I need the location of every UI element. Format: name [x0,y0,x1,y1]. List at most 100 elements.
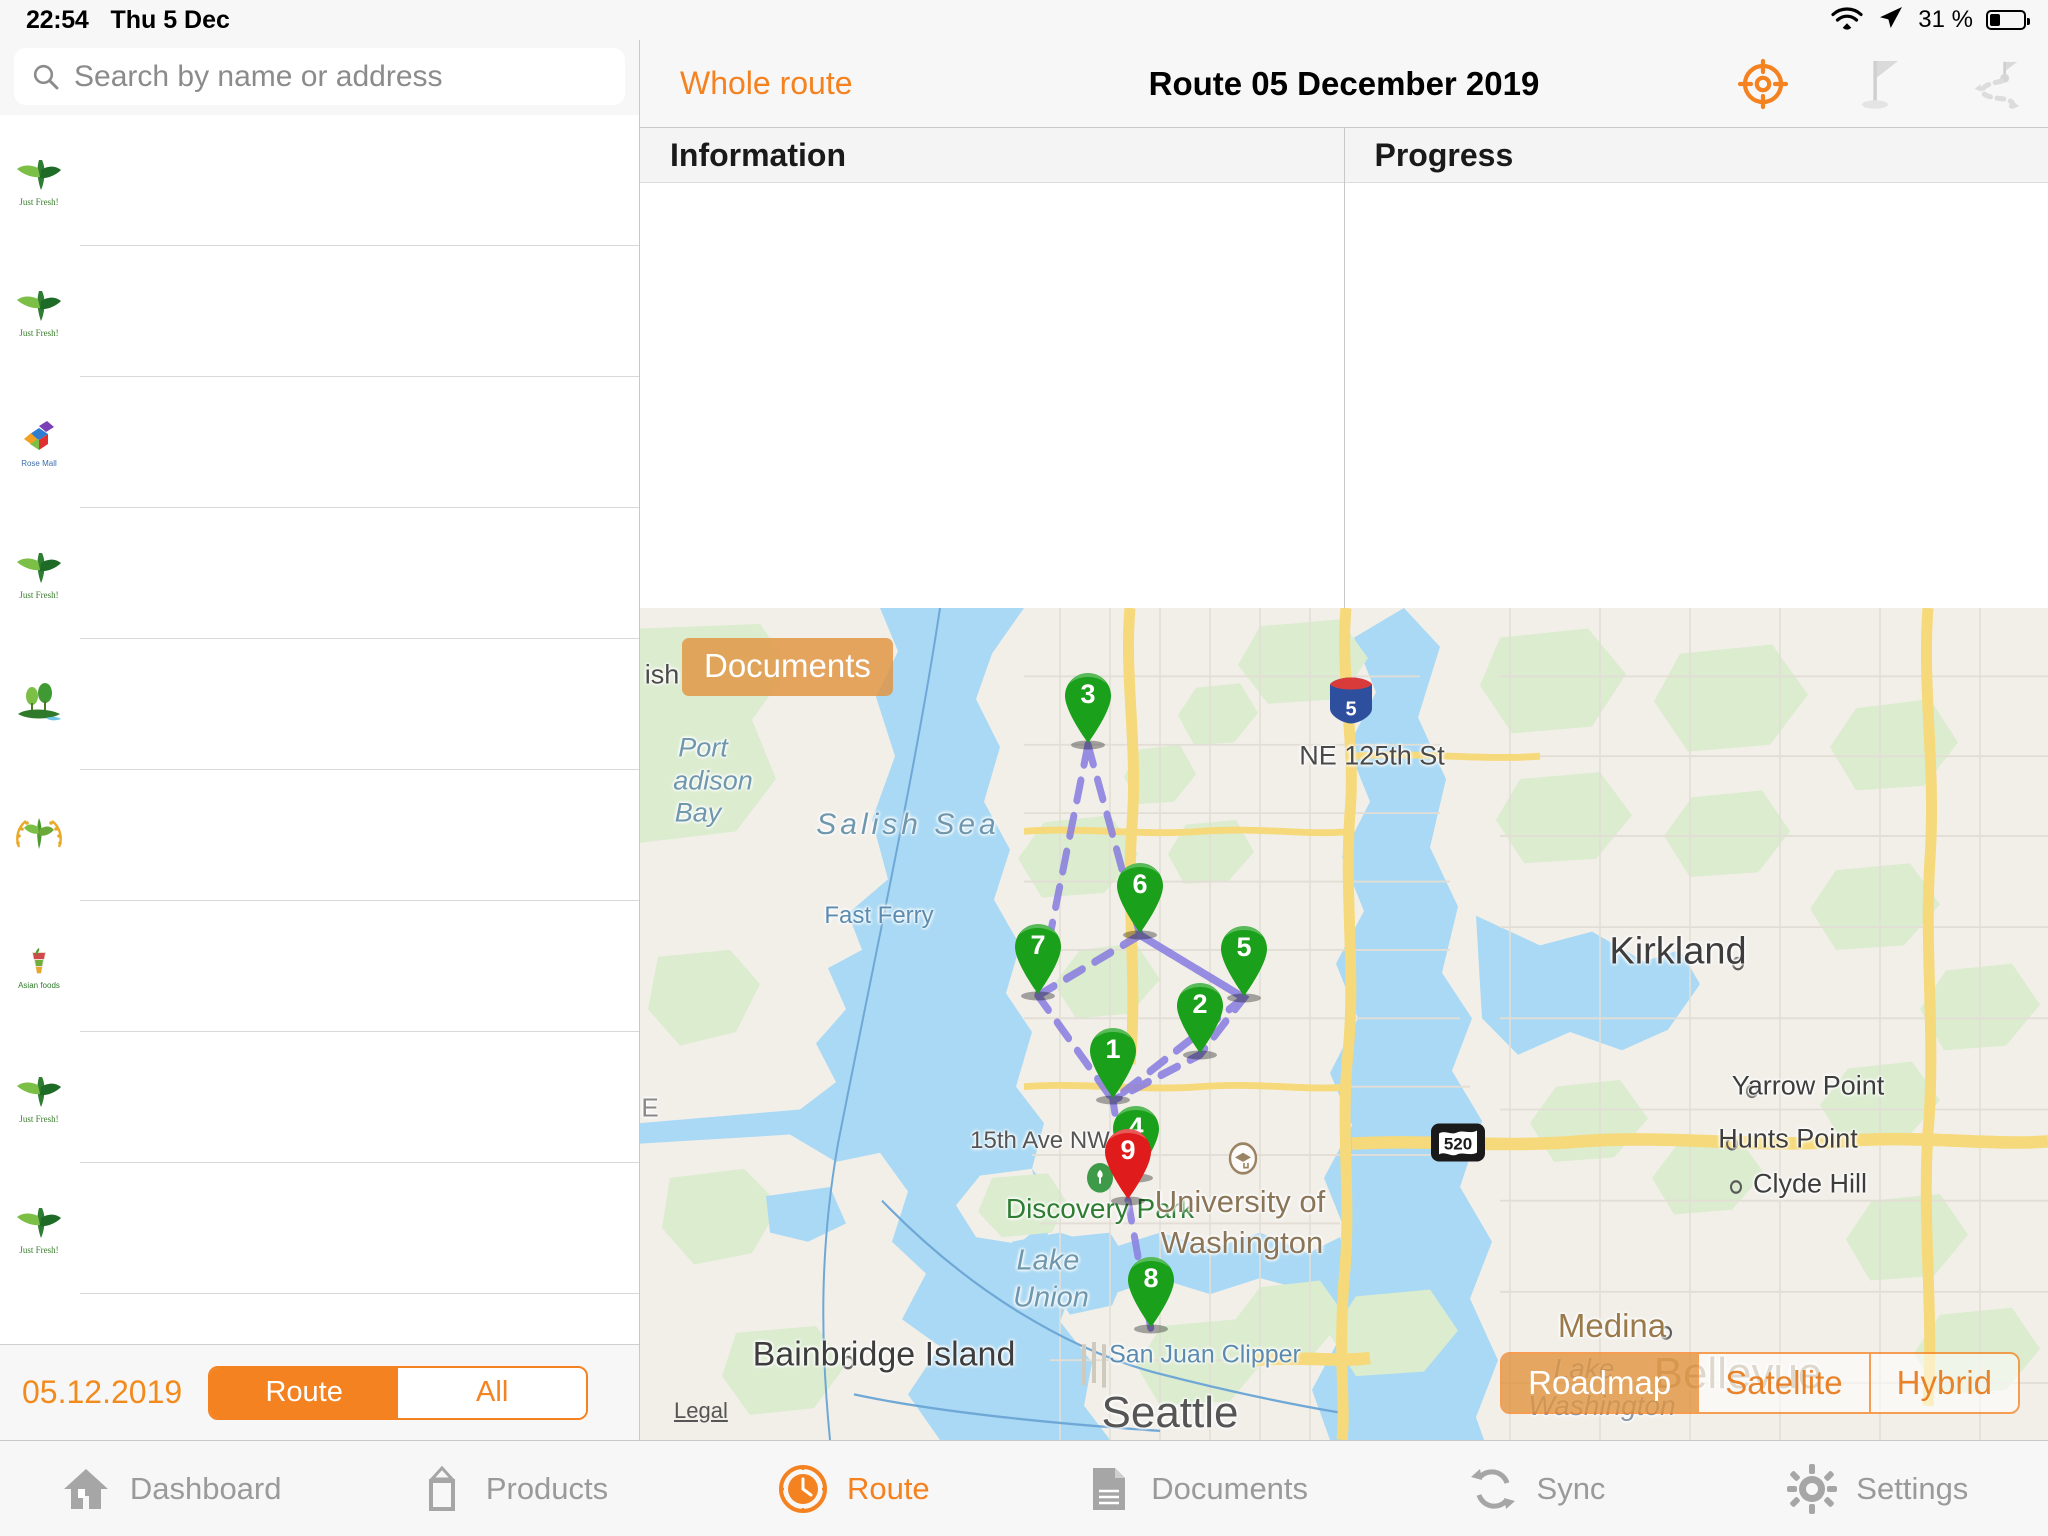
map-label: Kirkland [1609,930,1747,973]
tab-label: Documents [1151,1470,1309,1506]
map-label: NE 125th St [1299,740,1445,771]
status-bar-right: 31 % [1830,0,2030,40]
nav-bar: Whole route Route 05 December 2019 [640,40,2048,128]
map-documents-button[interactable]: Documents [682,638,893,696]
customer-list-item[interactable] [0,639,639,770]
location-arrow-icon [1877,4,1905,37]
svg-text:520: 520 [1444,1134,1472,1153]
main-area: Just Fresh! Just Fresh! Rose Mall Just F… [0,40,2048,1440]
map-label: Yarrow Point [1731,1070,1885,1101]
tab-dashboard[interactable]: Dashboard [0,1463,341,1515]
summary-row [640,393,1344,463]
summary-row [640,253,1344,323]
flag-icon[interactable] [1852,57,1906,111]
just-fresh-leaf-logo: Just Fresh! [0,150,78,212]
gear-icon [1786,1463,1838,1515]
search-input[interactable] [74,59,607,94]
target-crosshair-icon[interactable] [1736,57,1790,111]
map-route-pin[interactable]: 7 [1011,922,1065,996]
pin-number: 7 [1030,929,1046,960]
customer-list-item[interactable]: Rose Mall [0,377,639,508]
pin-number: 2 [1192,988,1208,1019]
status-bar: 22:54 Thu 5 Dec 31 % [0,0,2048,40]
map-route-pin[interactable]: 1 [1086,1026,1140,1100]
summary-row [640,323,1344,393]
svg-text:Just Fresh!: Just Fresh! [19,328,58,338]
svg-text:Just Fresh!: Just Fresh! [19,1114,58,1124]
list-footer: 05.12.2019 Route All [0,1344,639,1440]
clock-icon [777,1463,829,1515]
map-label: Lake [1016,1244,1080,1277]
map-label: ish [644,659,680,690]
map-route-pin[interactable]: 9 [1101,1127,1155,1201]
map-label: Salish Sea [816,807,1000,841]
tab-products[interactable]: Products [341,1463,682,1515]
route-map[interactable]: Documents Salish Sea Port adison Bay ish E Bai… [640,608,2048,1440]
wifi-icon [1830,5,1864,36]
map-type-satellite[interactable]: Satellite [1697,1354,1869,1412]
summary-row [1345,533,2048,603]
svg-text:Just Fresh!: Just Fresh! [19,197,58,207]
map-type-roadmap[interactable]: Roadmap [1502,1354,1698,1412]
svg-text:Asian foods: Asian foods [18,981,60,990]
svg-text:Rose Mall: Rose Mall [21,459,57,468]
tab-label: Dashboard [129,1470,282,1506]
map-label: Clyde Hill [1752,1168,1868,1199]
pin-number: 9 [1120,1134,1136,1165]
tab-settings[interactable]: Settings [1707,1463,2048,1515]
pin-number: 1 [1105,1034,1121,1065]
natural-foods-wheat-logo [0,805,78,867]
tab-sync[interactable]: Sync [1365,1463,1706,1515]
customer-list-item[interactable]: Asian foods [0,901,639,1032]
customer-list-item[interactable]: Just Fresh! [0,1032,639,1163]
segment-all[interactable]: All [398,1367,587,1418]
map-label: adison [673,765,753,796]
map-label: Fast Ferry [824,901,934,929]
map-label: Bay [674,797,722,828]
map-route-pin[interactable]: 8 [1124,1255,1178,1329]
customer-list[interactable]: Just Fresh! Just Fresh! Rose Mall Just F… [0,115,639,1344]
just-fresh-leaf-logo: Just Fresh! [0,543,78,605]
tab-documents[interactable]: Documents [1024,1463,1365,1515]
route-to-flag-icon[interactable] [1968,57,2022,111]
customer-list-item[interactable]: Just Fresh! [0,1163,639,1294]
map-label: 15th Ave NW [970,1127,1110,1155]
tab-route[interactable]: Route [683,1463,1024,1515]
information-panel: Information [640,128,1345,608]
pin-number: 6 [1132,869,1148,900]
summary-row [1345,463,2048,533]
svg-text:Just Fresh!: Just Fresh! [19,1245,58,1255]
progress-panel: Progress [1344,128,2048,608]
customer-list-item[interactable] [0,770,639,901]
tab-bar[interactable]: Dashboard Products Route Documents Sync … [0,1440,2048,1536]
rose-mall-cube-logo: Rose Mall [0,412,78,474]
sign-icon [416,1463,468,1515]
just-fresh-leaf-logo: Just Fresh! [0,281,78,343]
tab-label: Route [846,1470,930,1506]
tab-label: Sync [1536,1470,1606,1506]
svg-text:Just Fresh!: Just Fresh! [19,590,58,600]
map-route-pin[interactable]: 6 [1113,861,1167,935]
route-all-segmented-control[interactable]: Route All [208,1365,589,1420]
segment-route[interactable]: Route [210,1367,399,1418]
summary-row [640,183,1344,253]
nav-bar-actions [1736,57,2022,111]
legal-link[interactable]: Legal [674,1398,728,1424]
map-route-pin[interactable]: 3 [1061,671,1115,745]
status-bar-left: 22:54 Thu 5 Dec [0,6,230,35]
search-box[interactable] [14,48,625,105]
map-label: Union [1013,1281,1089,1314]
map-type-segmented-control[interactable]: Roadmap Satellite Hybrid [1500,1352,2020,1414]
map-label: Hunts Point [1718,1123,1858,1154]
customer-list-item[interactable]: Just Fresh! [0,508,639,639]
customer-list-panel: Just Fresh! Just Fresh! Rose Mall Just F… [0,40,640,1440]
summary-panels: Information Progress [640,128,2048,608]
map-type-hybrid[interactable]: Hybrid [1868,1354,2018,1412]
battery-percent: 31 % [1918,6,1973,33]
map-label: Medina [1557,1307,1667,1345]
map-route-pin[interactable]: 2 [1173,981,1227,1055]
customer-list-item[interactable]: Just Fresh! [0,115,639,246]
customer-list-item[interactable]: Just Fresh! [0,246,639,377]
route-date-label[interactable]: 05.12.2019 [22,1374,182,1411]
map-base-graphics [640,608,2048,1440]
